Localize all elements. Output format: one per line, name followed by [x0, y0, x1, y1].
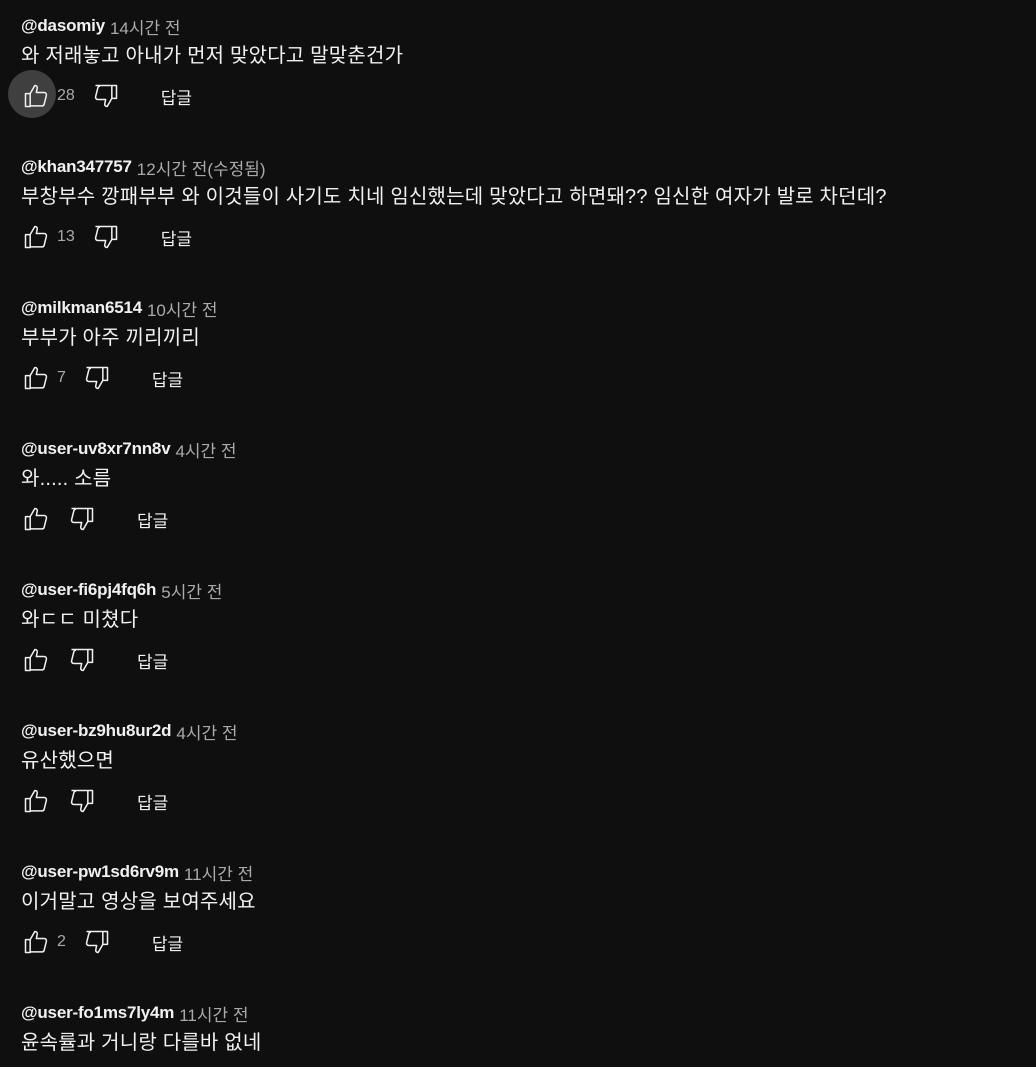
thumbs-up-icon: [24, 84, 48, 108]
reply-button[interactable]: 답글: [161, 225, 192, 250]
comment-header: @milkman6514 10시간 전: [21, 296, 218, 321]
dislike-button[interactable]: [67, 786, 97, 816]
comment-author[interactable]: @user-bz9hu8ur2d: [21, 721, 172, 741]
thumbs-up-icon: [24, 789, 48, 813]
comment-header: @user-uv8xr7nn8v 4시간 전: [21, 437, 237, 462]
comment-author[interactable]: @dasomiy: [21, 16, 105, 36]
comment-time[interactable]: 10시간 전: [147, 296, 218, 321]
thumbs-down-icon: [70, 789, 94, 813]
comment-author[interactable]: @khan347757: [21, 157, 132, 177]
comment-author[interactable]: @user-pw1sd6rv9m: [21, 862, 179, 882]
comment-text: 윤속률과 거니랑 다를바 없네: [21, 1032, 262, 1054]
comment-text: 와 저래놓고 아내가 먼저 맞았다고 말맞춘건가: [21, 45, 404, 67]
comment-time[interactable]: 14시간 전: [110, 14, 181, 39]
like-button[interactable]: [21, 222, 51, 252]
like-button[interactable]: [21, 363, 51, 393]
thumbs-up-icon: [24, 507, 48, 531]
comment-actions: 답글: [21, 786, 168, 816]
comment-header: @user-fi6pj4fq6h 5시간 전: [21, 578, 222, 603]
reply-button[interactable]: 답글: [152, 366, 183, 391]
comment-author[interactable]: @user-uv8xr7nn8v: [21, 439, 171, 459]
dislike-button[interactable]: [91, 81, 121, 111]
comment-text: 유산했으면: [21, 750, 114, 772]
reply-button[interactable]: 답글: [152, 930, 183, 955]
reply-button[interactable]: 답글: [161, 84, 192, 109]
comment-header: @user-bz9hu8ur2d 4시간 전: [21, 719, 237, 744]
reply-button[interactable]: 답글: [137, 789, 168, 814]
like-button[interactable]: [8, 70, 56, 118]
comment-time[interactable]: 5시간 전: [161, 578, 222, 603]
thumbs-up-icon: [24, 930, 48, 954]
like-button[interactable]: [21, 504, 51, 534]
thumbs-up-icon: [24, 225, 48, 249]
comment-text: 와ㄷㄷ 미쳤다: [21, 609, 139, 631]
comment-header: @user-pw1sd6rv9m 11시간 전: [21, 860, 253, 885]
comment-author[interactable]: @user-fo1ms7ly4m: [21, 1003, 174, 1023]
like-button[interactable]: [21, 786, 51, 816]
comment-header: @dasomiy 14시간 전: [21, 14, 181, 39]
thumbs-down-icon: [70, 507, 94, 531]
like-button[interactable]: [21, 645, 51, 675]
thumbs-down-icon: [70, 648, 94, 672]
reply-button[interactable]: 답글: [137, 648, 168, 673]
comment-time[interactable]: 4시간 전: [175, 437, 236, 462]
like-count: 7: [57, 369, 66, 386]
like-button[interactable]: [21, 927, 51, 957]
comment-time[interactable]: 4시간 전: [176, 719, 237, 744]
comment-time[interactable]: 11시간 전: [184, 860, 253, 885]
thumbs-up-icon: [24, 648, 48, 672]
dislike-button[interactable]: [67, 504, 97, 534]
like-count: 13: [57, 228, 75, 245]
dislike-button[interactable]: [67, 645, 97, 675]
thumbs-down-icon: [85, 366, 109, 390]
comment-actions: 7 답글: [21, 363, 183, 393]
thumbs-down-icon: [94, 84, 118, 108]
comment-author[interactable]: @user-fi6pj4fq6h: [21, 580, 156, 600]
comment-text: 부창부수 깡패부부 와 이것들이 사기도 치네 임신했는데 맞았다고 하면돼??…: [21, 186, 887, 208]
reply-button[interactable]: 답글: [137, 507, 168, 532]
comment-author[interactable]: @milkman6514: [21, 298, 142, 318]
comment-header: @khan347757 12시간 전(수정됨): [21, 155, 266, 180]
comment-actions: 2 답글: [21, 927, 183, 957]
thumbs-up-icon: [24, 366, 48, 390]
comment-header: @user-fo1ms7ly4m 11시간 전: [21, 1001, 249, 1026]
like-count: 28: [57, 87, 75, 104]
comment-text: 이거말고 영상을 보여주세요: [21, 891, 256, 913]
dislike-button[interactable]: [82, 927, 112, 957]
comment-actions: 13 답글: [21, 222, 192, 252]
comment-time[interactable]: 12시간 전(수정됨): [137, 155, 266, 180]
thumbs-down-icon: [94, 225, 118, 249]
comment-actions: 답글: [21, 645, 168, 675]
comment-actions: 28 답글: [8, 70, 192, 118]
dislike-button[interactable]: [82, 363, 112, 393]
dislike-button[interactable]: [91, 222, 121, 252]
like-count: 2: [57, 933, 66, 950]
comment-time[interactable]: 11시간 전: [179, 1001, 248, 1026]
comment-text: 와..... 소름: [21, 468, 112, 490]
thumbs-down-icon: [85, 930, 109, 954]
comment-actions: 답글: [21, 504, 168, 534]
comment-text: 부부가 아주 끼리끼리: [21, 327, 200, 349]
